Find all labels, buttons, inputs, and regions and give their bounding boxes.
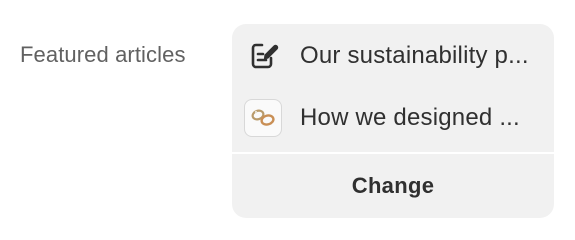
article-item-sustainability[interactable]: Our sustainability p...	[232, 26, 554, 86]
rings-thumbnail-image	[244, 99, 282, 137]
featured-articles-card: Our sustainability p... How we designed …	[232, 24, 554, 218]
featured-articles-label: Featured articles	[20, 42, 186, 67]
article-item-how-we-designed[interactable]: How we designed ...	[232, 88, 554, 148]
article-title: How we designed ...	[300, 104, 520, 131]
edit-note-icon	[244, 36, 284, 76]
change-button[interactable]: Change	[232, 154, 554, 218]
article-title: Our sustainability p...	[300, 42, 529, 69]
